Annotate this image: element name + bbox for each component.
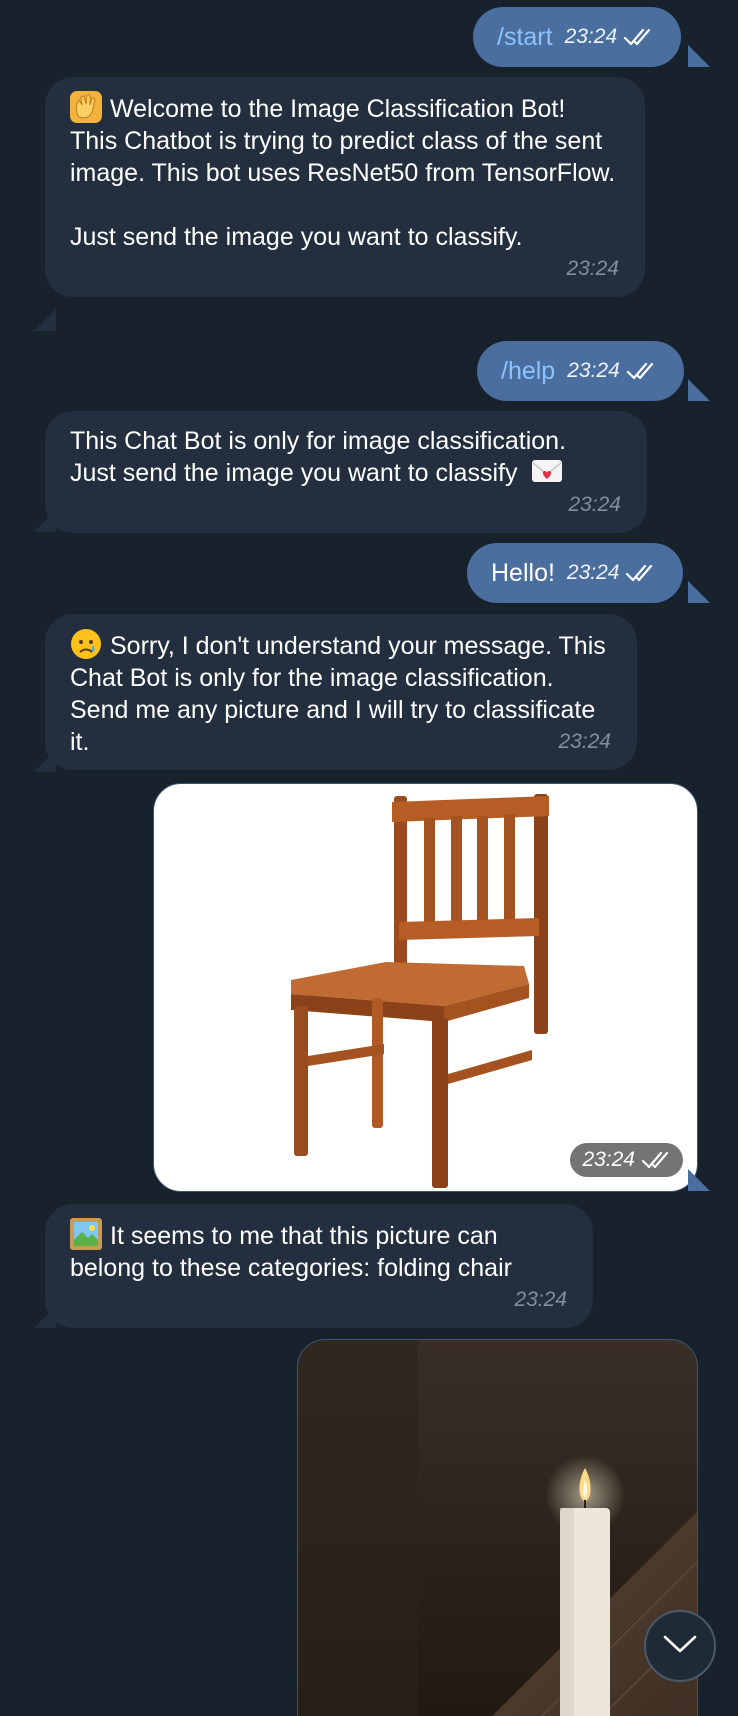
scroll-to-bottom-button[interactable] [644,1610,716,1682]
message-time: 23:24 [558,730,611,753]
message-incoming[interactable]: This Chat Bot is only for image classifi… [45,411,647,533]
chevron-down-icon [662,1633,698,1660]
photo-time-badge: 23:24 [570,1143,683,1177]
chat-window: /start 23:24 Welcome to the Image Classi… [0,0,738,1716]
message-outgoing[interactable]: /help 23:24 [477,341,684,401]
double-check-icon [641,1150,671,1170]
double-check-icon [623,27,653,47]
bubble-tail [688,1169,710,1191]
photo-message-candle[interactable] [297,1339,698,1716]
bubble-tail [688,45,710,67]
message-time: 23:24 [582,1148,635,1171]
message-time: 23:24 [566,561,620,584]
message-outgoing[interactable]: Hello! 23:24 [467,543,684,603]
message-outgoing[interactable]: /start 23:24 [473,7,682,67]
double-check-icon [626,361,656,381]
framed-picture-icon [70,1218,102,1250]
message-text: This Chat Bot is only for image classifi… [70,427,567,487]
photo-message-chair[interactable]: 23:24 [153,783,698,1192]
message-incoming[interactable]: Sorry, I don't understand your message. … [45,614,637,770]
candle-image [298,1340,697,1716]
message-time: 23:24 [564,25,618,48]
double-check-icon [625,563,655,583]
bubble-tail [688,581,710,603]
message-incoming[interactable]: Welcome to the Image Classification Bot!… [45,77,645,297]
love-letter-icon [532,460,563,482]
command-link[interactable]: /help [501,355,555,387]
message-incoming[interactable]: It seems to me that this picture can bel… [45,1204,593,1328]
command-link[interactable]: /start [497,21,553,53]
message-time: 23:24 [567,359,620,382]
message-text: Hello! [491,559,555,587]
message-time: 23:24 [568,493,621,516]
bubble-tail [34,1306,56,1328]
bubble-tail [34,309,56,331]
chair-image [291,794,549,1188]
message-time: 23:24 [514,1288,567,1311]
message-time: 23:24 [566,257,619,280]
message-text: It seems to me that this picture can bel… [70,1222,512,1282]
waving-hand-icon [70,91,102,123]
bubble-tail [688,379,710,401]
message-text: Welcome to the Image Classification Bot!… [70,95,616,251]
crying-face-icon [70,628,102,660]
